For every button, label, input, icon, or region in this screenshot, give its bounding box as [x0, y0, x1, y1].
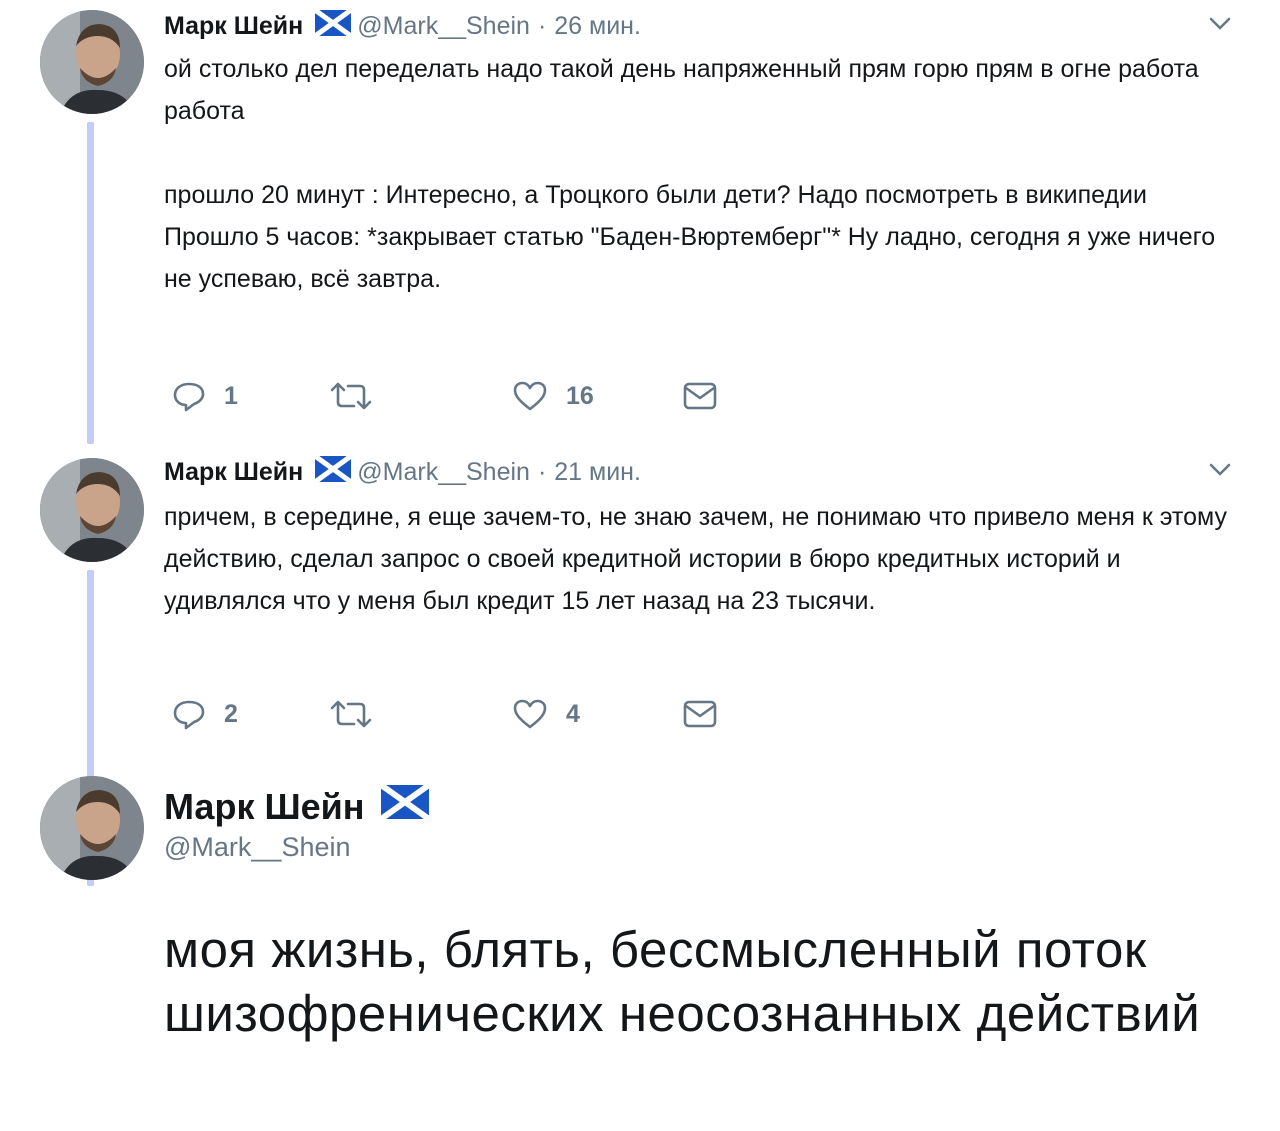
avatar-photo [40, 776, 144, 880]
separator-dot: · [537, 457, 547, 486]
author-handle[interactable]: @Mark__Shein [357, 12, 530, 41]
tweet-header: Марк Шейн @Mark__Shein · 21 мин. [164, 452, 641, 492]
scottish-flag-icon [313, 7, 353, 43]
scottish-flag-icon [378, 782, 431, 828]
heart-icon [513, 699, 547, 729]
author-handle[interactable]: @Mark__Shein [357, 458, 530, 487]
chevron-down-icon[interactable] [1205, 458, 1235, 480]
tweet-header: Марк Шейн @Mark__Shein · 26 мин. [164, 6, 641, 46]
reply-count: 1 [224, 381, 238, 410]
reply-button[interactable]: 2 [172, 694, 238, 734]
tweet-text-paragraph: прошло 20 минут : Интересно, а Троцкого … [164, 181, 1216, 293]
scottish-flag-icon [313, 453, 353, 489]
message-button[interactable] [682, 694, 718, 734]
reply-icon [173, 382, 205, 412]
avatar[interactable] [40, 776, 144, 880]
avatar[interactable] [40, 10, 144, 114]
reply-button[interactable]: 1 [172, 376, 238, 416]
avatar[interactable] [40, 458, 144, 562]
like-count: 4 [566, 699, 580, 728]
like-button[interactable]: 16 [512, 376, 594, 416]
tweet-text: ой столько дел переделать надо такой ден… [164, 48, 1244, 300]
author-name[interactable]: Марк Шейн [164, 12, 303, 41]
tweet-time[interactable]: 26 мин. [554, 12, 641, 41]
retweet-button[interactable] [328, 376, 374, 416]
main-author-name[interactable]: Марк Шейн [164, 782, 435, 828]
author-handle[interactable]: @Mark__Shein [164, 832, 351, 863]
thread-line [87, 122, 94, 444]
tweet-text-paragraph: ой столько дел переделать надо такой ден… [164, 55, 1199, 125]
reply-count: 2 [224, 699, 238, 728]
tweet-text-paragraph: причем, в середине, я еще зачем-то, не з… [164, 503, 1227, 615]
avatar-photo [40, 10, 144, 114]
separator-dot: · [537, 11, 547, 40]
author-name[interactable]: Марк Шейн [164, 786, 365, 828]
retweet-icon [330, 382, 372, 410]
tweet-time[interactable]: 21 мин. [554, 458, 641, 487]
tweet-text: причем, в середине, я еще зачем-то, не з… [164, 496, 1249, 622]
envelope-icon [683, 700, 717, 728]
like-button[interactable]: 4 [512, 694, 580, 734]
retweet-button[interactable] [328, 694, 374, 734]
chevron-down-icon[interactable] [1205, 12, 1235, 34]
retweet-icon [330, 700, 372, 728]
heart-icon [513, 381, 547, 411]
main-tweet-text: моя жизнь, блять, бессмысленный поток ши… [164, 921, 1201, 1042]
message-button[interactable] [682, 376, 718, 416]
envelope-icon [683, 382, 717, 410]
author-name[interactable]: Марк Шейн [164, 458, 303, 487]
reply-icon [173, 700, 205, 730]
like-count: 16 [566, 381, 594, 410]
avatar-photo [40, 458, 144, 562]
